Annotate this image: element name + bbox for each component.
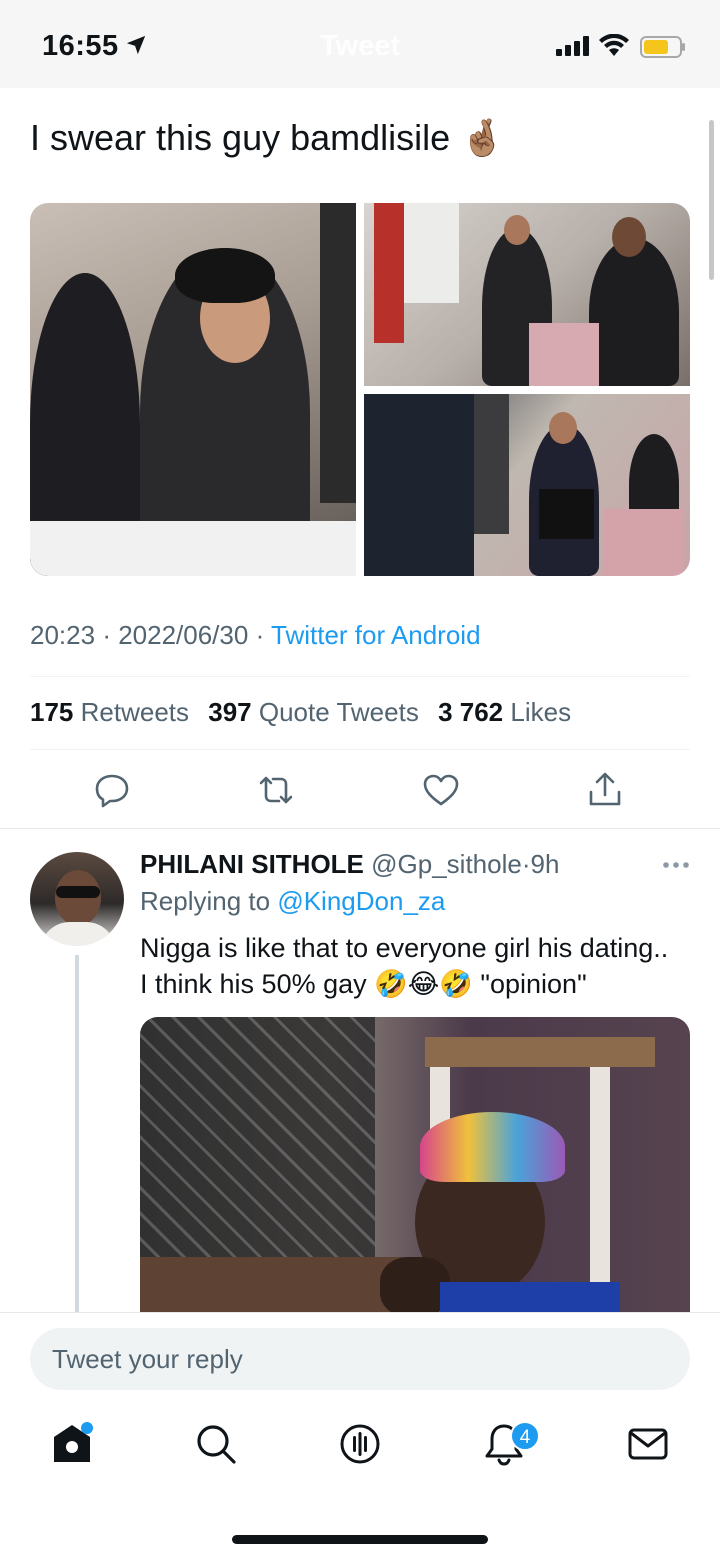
search-icon[interactable] [192,1420,240,1468]
spaces-icon[interactable] [336,1420,384,1468]
reply-age: 9h [530,849,560,879]
replying-to: Replying to @KingDon_za [140,886,446,916]
quote-tweets-stat[interactable]: 397 Quote Tweets [208,697,419,727]
retweets-stat[interactable]: 175 Retweets [30,697,189,727]
tweet-time: 20:23 [30,620,96,650]
wifi-icon [599,34,629,56]
status-bar: 16:55 Tweet [0,0,720,88]
messages-icon[interactable] [624,1420,672,1468]
notifications-badge: 4 [510,1421,540,1451]
tweet-photo-1[interactable] [30,203,356,576]
reply-photo[interactable] [140,1017,690,1317]
reply-author-handle[interactable]: @Gp_sithole [371,849,522,879]
more-options-icon[interactable] [662,860,690,870]
reply-text-line: I think his 50% gay 🤣😂🤣 "opinion" [140,969,587,999]
like-icon[interactable] [421,770,461,810]
reply-text: Nigga is like that to everyone girl his … [140,930,700,1002]
share-icon[interactable] [585,770,625,810]
reply-header: PHILANI SITHOLE @Gp_sithole·9h [140,849,560,879]
reply-text-line: Nigga is like that to everyone girl his … [140,933,669,963]
tweet-actions [0,770,720,814]
home-indicator[interactable] [232,1535,488,1544]
tab-bar [0,1420,720,1480]
tweet-photo-2[interactable] [364,203,690,386]
divider [30,749,690,750]
tweet-stats: 175 Retweets 397 Quote Tweets 3 762 Like… [30,697,571,728]
reply-input[interactable] [30,1328,690,1390]
battery-icon [640,36,685,58]
reply-author-name[interactable]: PHILANI SITHOLE [140,849,364,879]
divider [30,676,690,677]
home-unread-dot [81,1422,93,1434]
tweet-source-link[interactable]: Twitter for Android [271,620,481,650]
thread-line [75,955,79,1312]
reply-icon[interactable] [92,770,132,810]
retweet-icon[interactable] [256,770,296,810]
tweet-photo-3[interactable] [364,394,690,576]
tweet-text: I swear this guy bamdlisile 🤞🏽 [30,117,505,158]
likes-stat[interactable]: 3 762 Likes [438,697,571,727]
divider [0,828,720,829]
tweet-date: 2022/06/30 [118,620,249,650]
scroll-indicator[interactable] [709,120,714,280]
tweet-meta: 20:23 · 2022/06/30 · Twitter for Android [30,620,481,650]
tweet-media-grid[interactable] [30,203,690,576]
avatar[interactable] [30,852,124,946]
cellular-signal-icon [556,36,589,56]
replying-to-handle[interactable]: @KingDon_za [277,886,445,916]
